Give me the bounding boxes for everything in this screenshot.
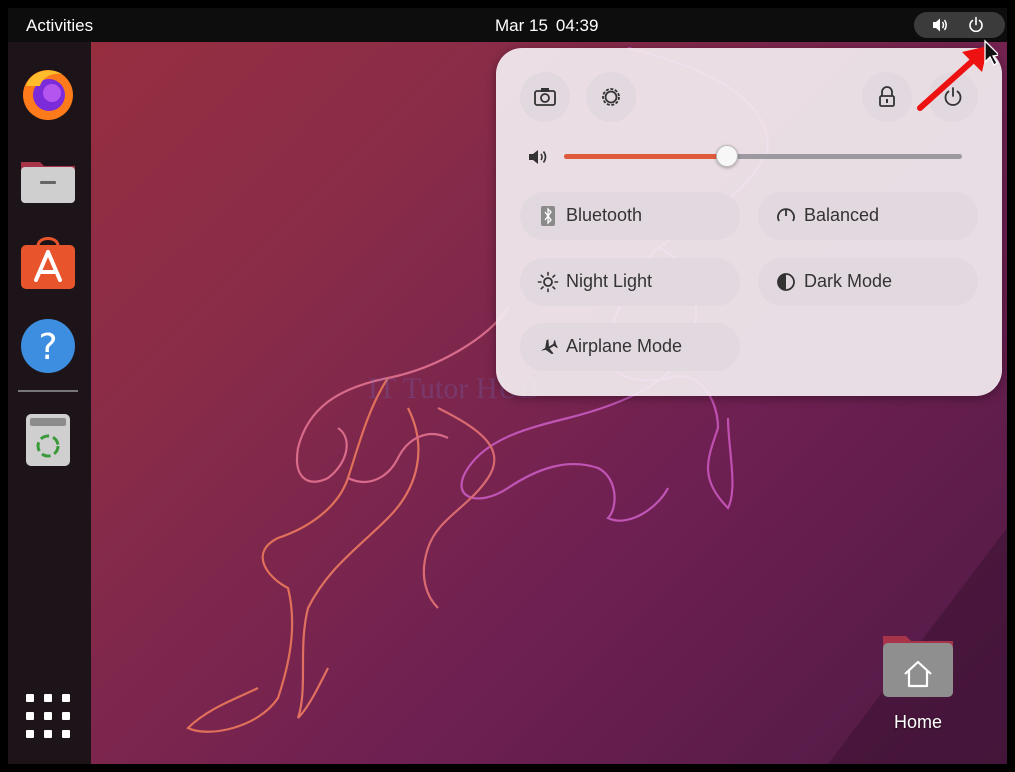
mouse-cursor — [984, 39, 998, 66]
desktop-screen: IT Tutor HUB Activities Mar 15 04:39 ? B… — [8, 8, 1007, 764]
volume-slider-handle[interactable] — [716, 145, 739, 167]
system-status-menu[interactable] — [914, 12, 1005, 38]
dock-item-files[interactable] — [18, 148, 78, 208]
desktop-home-folder[interactable]: Home — [868, 628, 968, 738]
screenshot-icon — [534, 88, 556, 106]
toggle-label: Airplane Mode — [566, 336, 683, 356]
volume-icon — [933, 18, 947, 32]
dock-separator — [18, 390, 78, 392]
toggle-bluetooth[interactable]: Bluetooth — [520, 192, 740, 240]
volume-icon — [529, 150, 547, 164]
settings-button[interactable] — [586, 72, 636, 122]
volume-slider[interactable] — [564, 145, 962, 167]
firefox-icon — [23, 70, 73, 120]
dock: ? — [8, 42, 91, 764]
top-bar: Activities Mar 15 04:39 — [8, 8, 1007, 42]
toggle-power-profile[interactable]: Balanced — [758, 192, 978, 240]
dock-item-software[interactable] — [18, 232, 78, 292]
volume-slider-fill — [564, 154, 728, 159]
screenshot-button[interactable] — [520, 72, 570, 122]
toggle-airplane-mode[interactable]: Airplane Mode — [520, 323, 740, 371]
home-folder-label: Home — [893, 712, 942, 732]
files-icon — [21, 162, 75, 203]
lock-icon — [879, 86, 895, 107]
clock-time: 04:39 — [555, 16, 599, 35]
home-folder-icon — [883, 636, 953, 697]
night-light-icon — [537, 271, 559, 293]
annotation-arrow — [917, 39, 998, 111]
lock-button[interactable] — [862, 72, 912, 122]
dock-item-trash[interactable] — [18, 408, 78, 468]
toggle-night-light[interactable]: Night Light — [520, 258, 740, 306]
power-profile-icon — [777, 208, 795, 222]
software-store-icon — [21, 237, 75, 289]
dock-item-firefox[interactable] — [18, 64, 78, 124]
airplane-icon — [540, 339, 558, 355]
clock-button[interactable]: Mar 15 04:39 — [485, 14, 616, 38]
activities-button[interactable]: Activities — [16, 14, 103, 38]
toggle-label: Dark Mode — [804, 271, 893, 291]
toggle-dark-mode[interactable]: Dark Mode — [758, 258, 978, 306]
toggle-label: Night Light — [566, 271, 653, 291]
clock-date: Mar 15 — [495, 16, 548, 35]
help-icon: ? — [21, 319, 75, 373]
settings-icon — [602, 88, 620, 106]
toggle-label: Bluetooth — [566, 205, 643, 225]
dark-mode-icon — [777, 273, 795, 291]
dock-item-help[interactable]: ? — [18, 316, 78, 376]
svg-text:?: ? — [38, 327, 57, 368]
app-grid-icon[interactable] — [26, 694, 70, 738]
toggle-label: Balanced — [804, 205, 880, 225]
trash-icon — [26, 414, 70, 466]
power-icon — [969, 16, 983, 33]
bluetooth-icon — [541, 206, 555, 226]
